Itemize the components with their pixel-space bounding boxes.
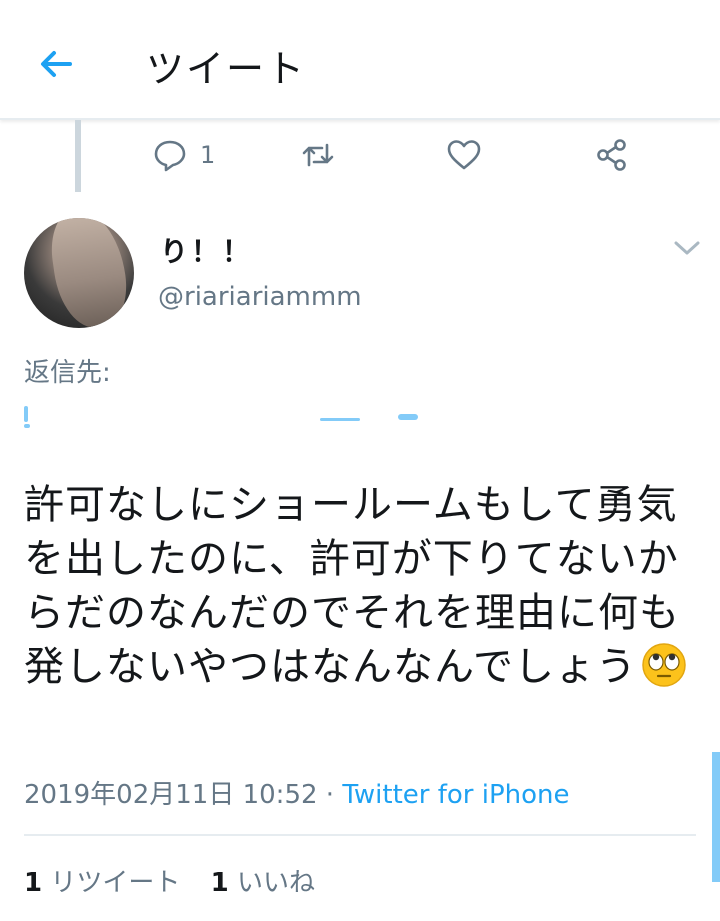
retweet-button[interactable] bbox=[300, 132, 336, 178]
share-icon bbox=[597, 139, 626, 171]
tweet-stats: 1 リツイート 1 いいね bbox=[24, 862, 337, 899]
retweets-label: リツイート bbox=[50, 868, 181, 898]
likes-stat[interactable]: 1 いいね bbox=[211, 868, 315, 898]
reply-count: 1 bbox=[200, 141, 216, 169]
tweet-source-link[interactable]: Twitter for iPhone bbox=[342, 780, 569, 810]
parent-tweet-actions: 1 bbox=[0, 132, 720, 178]
likes-label: いいね bbox=[237, 868, 316, 898]
avatar-photo bbox=[45, 218, 133, 328]
author-handle[interactable]: @riariariammm bbox=[158, 282, 362, 312]
heart-icon bbox=[447, 140, 481, 170]
share-button[interactable] bbox=[594, 132, 630, 178]
tweet-timestamp: 2019年02月11日 10:52 bbox=[24, 780, 318, 810]
like-button[interactable] bbox=[446, 132, 482, 178]
author-display-name[interactable]: り！！ bbox=[160, 230, 253, 270]
top-bar: ツイート bbox=[0, 0, 720, 120]
rolling-eyes-emoji-icon bbox=[642, 643, 686, 687]
divider bbox=[24, 834, 696, 836]
retweets-stat[interactable]: 1 リツイート bbox=[24, 868, 180, 898]
meta-separator: · bbox=[317, 780, 343, 810]
reply-icon bbox=[154, 140, 186, 172]
tweet-body: 許可なしにショールームもして勇気を出したのに、許可が下りてないからだのなんだので… bbox=[24, 482, 680, 690]
page-title: ツイート bbox=[146, 47, 307, 91]
likes-count: 1 bbox=[210, 868, 229, 898]
avatar[interactable] bbox=[24, 218, 134, 328]
scrollbar-thumb[interactable] bbox=[712, 752, 720, 882]
chevron-down-icon[interactable] bbox=[672, 236, 702, 260]
tweet-meta: 2019年02月11日 10:52 · Twitter for iPhone bbox=[24, 774, 570, 811]
retweet-icon bbox=[302, 143, 334, 167]
reply-to-text: 返信先: bbox=[24, 358, 111, 388]
retweets-count: 1 bbox=[24, 868, 43, 898]
reply-to-handles-redacted bbox=[24, 406, 444, 428]
reply-button[interactable]: 1 bbox=[152, 132, 215, 178]
back-arrow-icon[interactable] bbox=[34, 42, 78, 86]
reply-to-label: 返信先: bbox=[24, 352, 111, 389]
tweet-text: 許可なしにショールームもして勇気を出したのに、許可が下りてないからだのなんだので… bbox=[24, 478, 696, 694]
